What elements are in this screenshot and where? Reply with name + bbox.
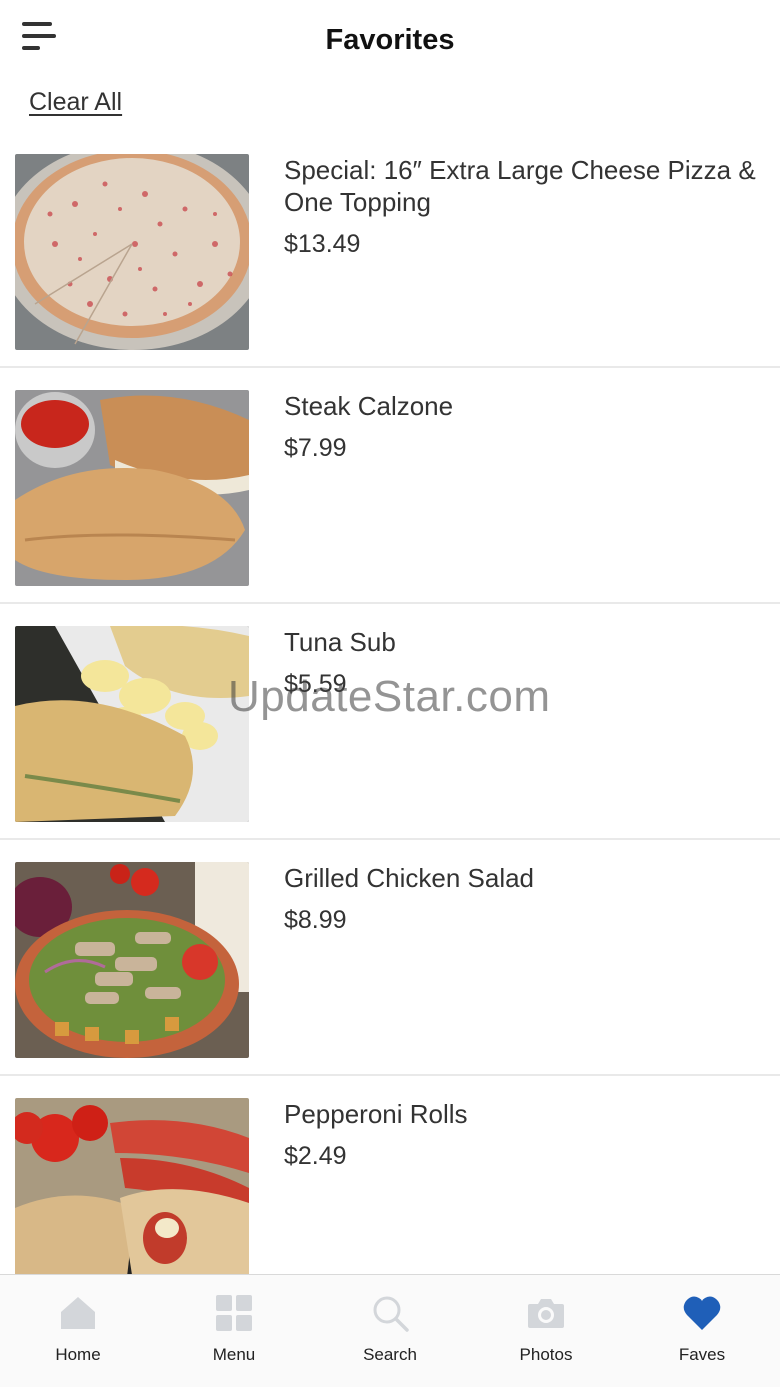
- tab-photos[interactable]: Photos: [468, 1275, 624, 1387]
- list-item[interactable]: Pepperoni Rolls $2.49: [0, 1076, 780, 1274]
- favorites-list: Special: 16″ Extra Large Cheese Pizza & …: [0, 132, 780, 1274]
- item-photo-tuna-sub: [15, 626, 249, 822]
- item-text: Special: 16″ Extra Large Cheese Pizza & …: [284, 154, 778, 260]
- item-price: $2.49: [284, 1142, 347, 1170]
- item-photo-calzone: [15, 390, 249, 586]
- item-name: Pepperoni Rolls: [284, 1099, 468, 1129]
- tab-faves[interactable]: Faves: [624, 1275, 780, 1387]
- tab-label: Home: [55, 1345, 101, 1364]
- home-icon: [58, 1293, 98, 1333]
- item-text: Grilled Chicken Salad $8.99: [284, 862, 778, 936]
- item-price: $7.99: [284, 434, 347, 462]
- item-name: Special: 16″ Extra Large Cheese Pizza & …: [284, 155, 756, 217]
- clear-all-link[interactable]: Clear All: [29, 88, 122, 117]
- tab-label: Menu: [212, 1345, 256, 1364]
- list-item[interactable]: Grilled Chicken Salad $8.99: [0, 840, 780, 1076]
- list-item[interactable]: Steak Calzone $7.99: [0, 368, 780, 604]
- item-text: Tuna Sub $5.59: [284, 626, 778, 700]
- item-photo-pepperoni-rolls: [15, 1098, 249, 1274]
- heart-icon: [682, 1293, 722, 1333]
- tab-menu[interactable]: Menu: [156, 1275, 312, 1387]
- tab-label: Search: [363, 1345, 417, 1364]
- page-title: Favorites: [325, 24, 455, 56]
- item-name: Tuna Sub: [284, 627, 396, 657]
- search-icon: [370, 1293, 410, 1333]
- bottom-tab-bar: Home Menu Search Photos Faves: [0, 1274, 780, 1387]
- item-photo-chicken-salad: [15, 862, 249, 1058]
- tab-home[interactable]: Home: [0, 1275, 156, 1387]
- tab-label: Photos: [519, 1345, 573, 1364]
- item-text: Steak Calzone $7.99: [284, 390, 778, 464]
- list-item[interactable]: Tuna Sub $5.59: [0, 604, 780, 840]
- item-text: Pepperoni Rolls $2.49: [284, 1098, 778, 1172]
- item-price: $13.49: [284, 230, 361, 258]
- item-price: $5.59: [284, 670, 347, 698]
- item-name: Steak Calzone: [284, 391, 454, 421]
- item-photo-cheese-pizza: [15, 154, 249, 350]
- tab-label: Faves: [678, 1345, 726, 1364]
- item-price: $8.99: [284, 906, 347, 934]
- grid-icon: [214, 1293, 254, 1333]
- list-item[interactable]: Special: 16″ Extra Large Cheese Pizza & …: [0, 132, 780, 368]
- camera-icon: [526, 1293, 566, 1333]
- item-name: Grilled Chicken Salad: [284, 863, 535, 893]
- top-nav-bar: Favorites: [0, 0, 780, 82]
- tab-search[interactable]: Search: [312, 1275, 468, 1387]
